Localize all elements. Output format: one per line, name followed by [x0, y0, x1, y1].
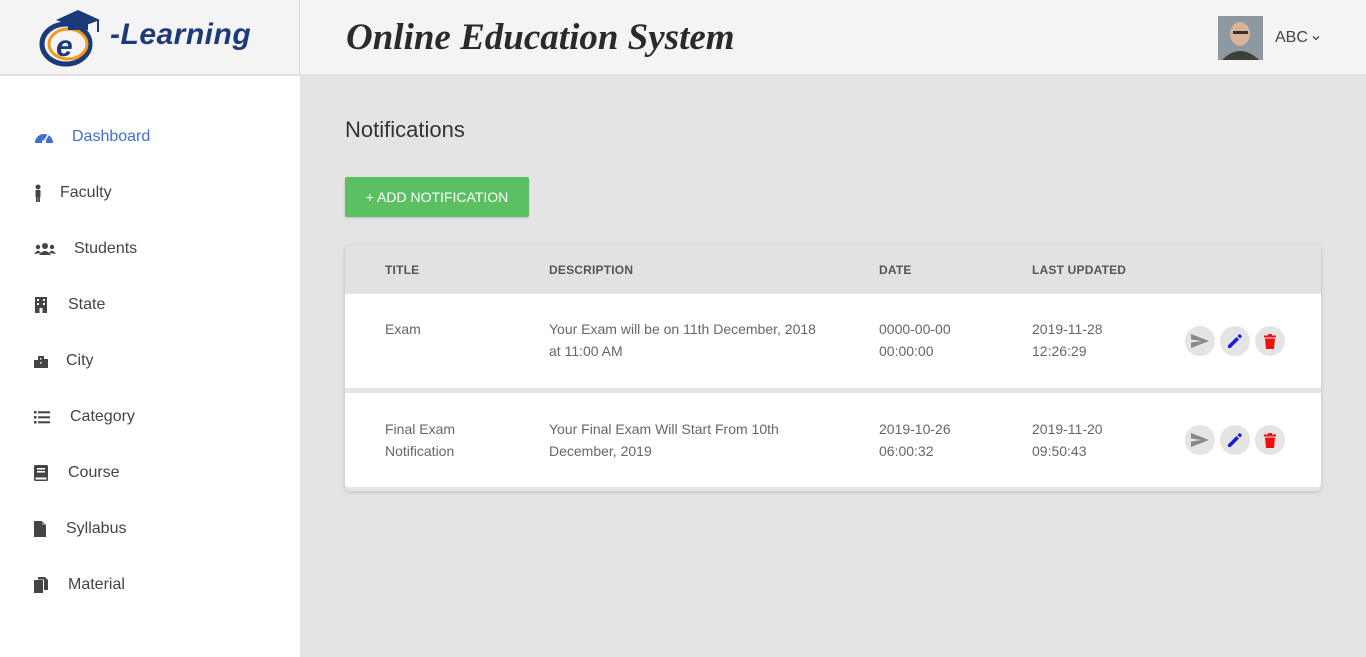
logo-letter: e — [56, 30, 73, 63]
table-row: Exam Your Exam will be on 11th December,… — [345, 294, 1321, 388]
sidebar-item-faculty[interactable]: Faculty — [34, 184, 112, 202]
sidebar-item-label: Syllabus — [66, 520, 127, 537]
sidebar-item-students[interactable]: Students — [34, 240, 137, 258]
app-title: Online Education System — [346, 17, 735, 58]
sidebar: Dashboard Faculty Students State City Ca… — [0, 76, 300, 657]
cell-date: 0000-00-00 00:00:00 — [879, 321, 951, 359]
cell-date: 2019-10-26 06:00:32 — [879, 421, 951, 459]
table-row: Final Exam Notification Your Final Exam … — [345, 393, 1321, 487]
edit-button[interactable] — [1220, 425, 1250, 455]
column-header-date: DATE — [879, 263, 912, 277]
sidebar-item-label: Students — [74, 240, 138, 257]
table-header: TITLE DESCRIPTION DATE LAST UPDATED — [345, 245, 1321, 293]
send-icon — [1191, 433, 1209, 447]
send-icon — [1191, 334, 1209, 348]
cell-last-updated: 2019-11-20 09:50:43 — [1032, 421, 1103, 459]
add-notification-button[interactable]: + ADD NOTIFICATION — [345, 177, 529, 217]
sidebar-item-label: Dashboard — [72, 128, 151, 145]
copy-icon — [34, 576, 68, 594]
cell-title: Final Exam Notification — [385, 421, 456, 459]
chevron-down-icon — [1312, 36, 1320, 41]
sidebar-item-category[interactable]: Category — [34, 408, 135, 426]
sidebar-item-label: Category — [70, 408, 135, 425]
graduation-logo-icon: e — [39, 10, 100, 67]
delete-button[interactable] — [1255, 326, 1285, 356]
book-icon — [34, 464, 68, 482]
trash-icon — [1264, 432, 1276, 448]
sidebar-item-label: Material — [68, 576, 125, 593]
sidebar-item-material[interactable]: Material — [34, 576, 125, 594]
edit-button[interactable] — [1220, 326, 1250, 356]
users-icon — [34, 240, 74, 258]
send-button[interactable] — [1185, 425, 1215, 455]
delete-button[interactable] — [1255, 425, 1285, 455]
page-title: Notifications — [345, 117, 465, 142]
sidebar-item-state[interactable]: State — [34, 296, 105, 314]
sidebar-item-city[interactable]: City — [34, 352, 94, 370]
cell-description: Your Final Exam Will Start From 10th Dec… — [549, 421, 779, 459]
logo-text: -Learning — [110, 18, 252, 51]
sidebar-item-dashboard[interactable]: Dashboard — [34, 128, 150, 146]
user-name: ABC — [1275, 29, 1308, 46]
brand-logo[interactable]: e -Learning — [0, 0, 300, 75]
cell-description: Your Exam will be on 11th December, 2018… — [549, 321, 816, 359]
city-icon — [34, 352, 66, 370]
user-avatar[interactable] — [1218, 16, 1263, 60]
cell-last-updated: 2019-11-28 12:26:29 — [1032, 321, 1103, 359]
sidebar-item-label: State — [68, 296, 106, 313]
sidebar-item-label: City — [66, 352, 94, 369]
pencil-icon — [1228, 334, 1242, 348]
trash-icon — [1264, 333, 1276, 349]
building-icon — [34, 296, 68, 314]
file-icon — [34, 520, 66, 538]
notifications-table: TITLE DESCRIPTION DATE LAST UPDATED Exam… — [345, 245, 1321, 491]
list-icon — [34, 408, 70, 426]
send-button[interactable] — [1185, 326, 1215, 356]
pencil-icon — [1228, 433, 1242, 447]
avatar-photo-icon — [1218, 16, 1263, 60]
person-icon — [34, 184, 60, 202]
column-header-last-updated: LAST UPDATED — [1032, 263, 1127, 277]
sidebar-item-label: Course — [68, 464, 120, 481]
sidebar-item-syllabus[interactable]: Syllabus — [34, 520, 126, 538]
user-menu[interactable]: ABC — [1275, 29, 1320, 47]
sidebar-item-label: Faculty — [60, 184, 112, 201]
column-header-title: TITLE — [385, 263, 420, 277]
sidebar-item-course[interactable]: Course — [34, 464, 120, 482]
dashboard-icon — [34, 128, 72, 146]
cell-title: Exam — [385, 321, 421, 337]
top-header: e -Learning Online Education System ABC — [0, 0, 1366, 75]
column-header-description: DESCRIPTION — [549, 263, 634, 277]
